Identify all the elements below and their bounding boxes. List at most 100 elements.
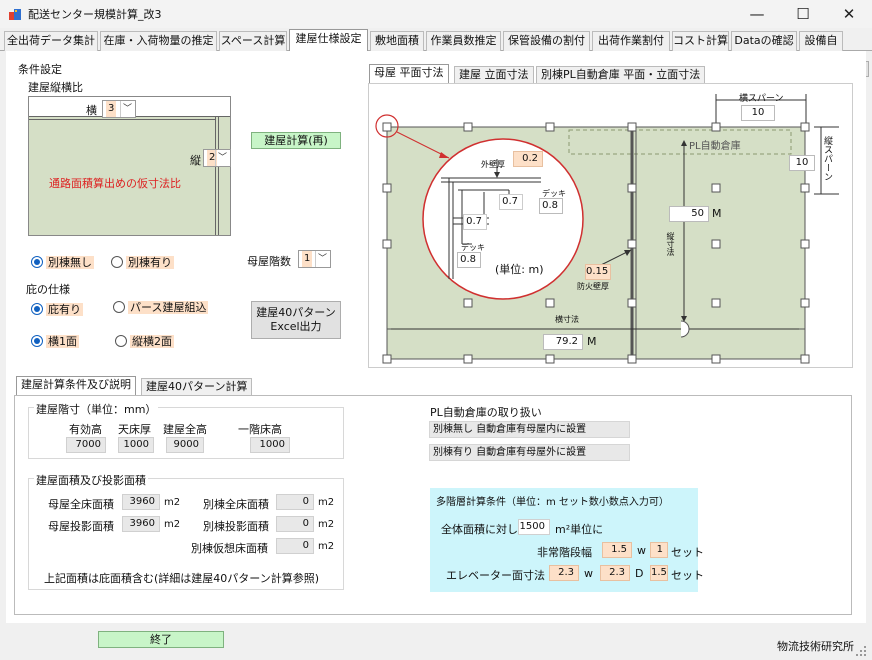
radio-perth-building[interactable]: パース建屋組込 [113,300,209,316]
pl-warehouse-label: PL自動倉庫 [689,141,741,152]
chevron-down-icon: ﹀ [215,150,229,166]
elevator-d-value[interactable]: 2.3 [600,565,630,581]
aspect-ratio-label: 建屋縦横比 [28,81,83,94]
outer-wall-value[interactable]: 0.2 [513,151,543,167]
outer-wall-label: 外壁厚 [481,160,505,169]
main-projected-area-value[interactable]: 3960 [122,516,160,532]
tab-worker-estimate[interactable]: 作業員数推定 [426,31,501,51]
stair-width-value[interactable]: 1.5 [602,542,632,558]
main-projected-area-unit: m2 [164,519,181,530]
area-note: 上記面積は庇面積含む(詳細は建屋40パターン計算参照) [44,572,320,585]
excel-export-button[interactable]: 建屋40パターン Excel出力 [251,301,341,339]
yoko-ratio-value: 3 [106,101,117,117]
tab-pl-warehouse-dimensions[interactable]: 別棟PL自動倉庫 平面・立面寸法 [536,66,706,84]
yoko-span-value[interactable]: 10 [741,105,775,121]
deck-value-2[interactable]: 0.8 [457,252,481,268]
tab-stock-estimate[interactable]: 在庫・入荷物量の推定 [100,31,217,51]
plan-drawing: 横スパーン 10 縦スパーン 10 PL自動倉庫 縦寸法 50 M 横寸法 79… [368,83,853,368]
main-tab-strip: 全出荷データ集計 在庫・入荷物量の推定 スペース計算 建屋仕様設定 敷地面積 作… [0,29,872,77]
tab-40-pattern-calc[interactable]: 建屋40パターン計算 [141,378,253,396]
height-header-slab: 天床厚 [118,423,151,436]
stair-set-value[interactable]: 1 [650,542,668,558]
dim-07-b[interactable]: 0.7 [463,214,487,230]
main-projected-area-label: 母屋投影面積 [48,520,114,533]
floors-select[interactable]: 1 ﹀ [298,250,331,268]
height-effective-value[interactable]: 7000 [66,437,106,453]
tab-shipping-allocation[interactable]: 出荷作業割付 [592,31,670,51]
height-header-floor: 一階床高 [238,423,282,436]
height-total-value[interactable]: 9000 [166,437,204,453]
tate-label: 縦 [190,154,201,167]
stair-w-unit: w [637,544,646,557]
tate-sun-label: 縦寸法 [666,232,675,256]
tab-storage-allocation[interactable]: 保管設備の割付 [503,31,590,51]
radio-side-1[interactable]: 横1面 [31,334,79,350]
plan-svg [375,94,839,364]
multi-area-value[interactable]: 1500 [518,519,550,535]
main-floor-area-unit: m2 [164,497,181,508]
main-floor-area-value[interactable]: 3960 [122,494,160,510]
floors-label: 母屋階数 [247,255,291,268]
tab-cost-calc[interactable]: コスト計算 [672,31,729,51]
close-button[interactable]: ✕ [826,0,872,28]
yoko-sun-unit: M [587,335,597,348]
yoko-span-label: 横スパーン [739,94,784,104]
radio-betsumune-yes[interactable]: 別棟有り [111,255,174,271]
multi-area-prefix: 全体面積に対し [441,523,518,536]
title-bar: 配送センター規模計算_改3 — ☐ ✕ [0,0,872,28]
height-floor-value[interactable]: 1000 [250,437,290,453]
area-title: 建屋面積及び投影面積 [34,472,148,488]
height-slab-value[interactable]: 1000 [118,437,154,453]
resize-grip-icon[interactable] [855,645,867,657]
tab-elevation-dimensions[interactable]: 建屋 立面寸法 [454,66,534,84]
minimize-button[interactable]: — [734,0,780,28]
tab-plan-dimensions[interactable]: 母屋 平面寸法 [369,64,449,84]
tate-span-value[interactable]: 10 [789,155,815,171]
maximize-button[interactable]: ☐ [780,0,826,28]
fire-wall-label: 防火壁厚 [577,282,609,291]
elevator-w-value[interactable]: 2.3 [549,565,579,581]
yoko-sun-value[interactable]: 79.2 [543,334,583,350]
yoko-ratio-select[interactable]: 3 ﹀ [102,100,136,118]
tab-calc-conditions[interactable]: 建屋計算条件及び説明 [16,376,136,396]
annex-virtual-area-unit: m2 [318,541,335,552]
elevator-label: エレベーター面寸法 [446,569,545,582]
exit-button[interactable]: 終了 [98,631,224,648]
pl-handling-none: 別棟無し 自動倉庫有母屋内に設置 [429,421,630,438]
radio-betsumune-none[interactable]: 別棟無し [31,255,94,271]
stair-set-unit: セット [671,546,704,559]
elevator-w-unit: w [584,567,593,580]
tate-sun-unit: M [712,207,722,220]
tate-span-label: 縦スパーン [822,136,832,181]
main-floor-area-label: 母屋全床面積 [48,498,114,511]
building-calc-button[interactable]: 建屋計算(再) [251,132,341,149]
tab-equipment[interactable]: 設備自 [799,31,843,51]
tate-sun-value[interactable]: 50 [669,206,709,222]
floors-value: 1 [302,251,313,267]
annex-projected-area-value[interactable]: 0 [276,516,314,532]
elevator-d-unit: D [635,567,644,580]
radio-side-2[interactable]: 縦横2面 [115,334,174,350]
radio-eave-yes[interactable]: 庇有り [31,302,83,318]
dim-07-a[interactable]: 0.7 [499,194,523,210]
annex-virtual-area-value[interactable]: 0 [276,538,314,554]
height-title: 建屋階寸（単位：mm） [34,401,159,417]
tab-shipment-summary[interactable]: 全出荷データ集計 [4,31,98,51]
pl-handling-yes: 別棟有り 自動倉庫有母屋外に設置 [429,444,630,461]
fire-wall-value[interactable]: 0.15 [585,264,611,280]
height-header-total: 建屋全高 [163,423,207,436]
unit-note: (単位: m) [495,263,544,276]
deck-value-1[interactable]: 0.8 [539,198,563,214]
elevator-set-unit: セット [671,569,704,582]
annex-floor-area-value[interactable]: 0 [276,494,314,510]
tab-data-check[interactable]: Dataの確認 [731,31,797,51]
chevron-down-icon: ﹀ [315,251,329,267]
tab-building-spec[interactable]: 建屋仕様設定 [289,29,368,52]
chevron-down-icon: ﹀ [120,101,134,117]
tate-ratio-select[interactable]: 2 ﹀ [203,149,231,167]
height-header-effective: 有効高 [69,423,102,436]
window-title: 配送センター規模計算_改3 [28,8,162,21]
elevator-set-value[interactable]: 1.5 [650,565,668,581]
tab-space-calc[interactable]: スペース計算 [219,31,287,51]
tab-site-area[interactable]: 敷地面積 [370,31,424,51]
